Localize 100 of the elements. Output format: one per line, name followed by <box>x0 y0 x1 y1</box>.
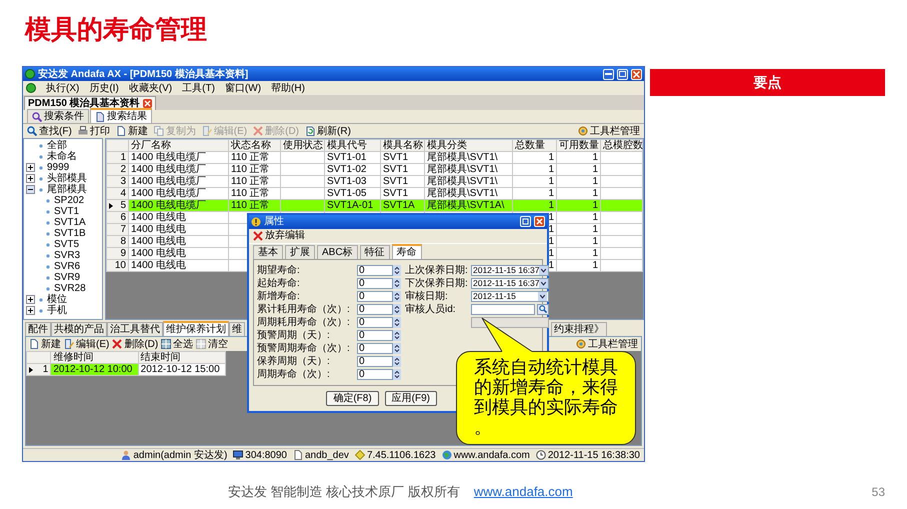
toolbar-button[interactable]: 清空 <box>196 338 228 350</box>
toolbar-settings-button[interactable]: 工具栏管理 <box>578 126 640 136</box>
number-field[interactable]: 0 <box>357 264 393 276</box>
column-header[interactable]: 使用状态 <box>280 140 324 152</box>
tree-item[interactable]: SVT1B <box>54 228 86 238</box>
tree-item[interactable]: SVT1 <box>54 206 80 216</box>
spin-buttons[interactable] <box>393 264 401 276</box>
node-icon <box>44 218 52 226</box>
field-label: 保养周期（天）: <box>257 356 331 366</box>
tab[interactable]: 基本 <box>253 244 283 258</box>
toolbar-button[interactable]: 新建 <box>29 338 61 350</box>
number-field[interactable]: 0 <box>357 304 393 314</box>
column-header[interactable]: 总模腔数 <box>600 140 642 152</box>
expand-toggle[interactable] <box>26 306 35 315</box>
menu-item[interactable]: 帮助(H) <box>271 82 305 94</box>
column-header[interactable]: 模具分类 <box>424 140 512 152</box>
column-header[interactable]: 总数量 <box>512 140 556 152</box>
tree-item[interactable]: SVT5 <box>54 240 80 250</box>
column-header[interactable]: 结束时间 <box>138 352 226 364</box>
expand-toggle[interactable] <box>26 174 35 183</box>
tree-item[interactable]: SVR6 <box>54 262 80 272</box>
menu-item[interactable]: 历史(I) <box>89 82 119 94</box>
tab[interactable]: 约束排程》 <box>551 322 607 336</box>
maximize-button[interactable] <box>520 216 531 227</box>
slide-title: 模具的寿命管理 <box>25 13 207 46</box>
date-field[interactable]: 2012-11-15 16:37 <box>471 278 549 288</box>
menu-item[interactable]: 工具(T) <box>182 82 215 94</box>
number-field[interactable]: 0 <box>357 356 393 366</box>
column-header[interactable]: 模具名称 <box>380 140 424 152</box>
close-button[interactable] <box>534 216 545 227</box>
tab[interactable]: 配件 <box>25 322 51 336</box>
menu-item[interactable]: 执行(X) <box>46 82 80 94</box>
spin-buttons[interactable] <box>393 368 401 380</box>
spin-buttons[interactable] <box>393 342 401 354</box>
spin-buttons[interactable] <box>393 290 401 302</box>
toolbar-settings-button[interactable]: 工具栏管理 <box>576 338 638 350</box>
tree-item[interactable]: SVR28 <box>54 284 86 294</box>
tree-item[interactable]: 手机 <box>47 306 67 316</box>
document-tab[interactable]: PDM150 模治具基本资料 <box>24 96 156 110</box>
tab[interactable]: ABC标 <box>317 244 358 258</box>
spin-buttons[interactable] <box>393 278 401 288</box>
lookup-button[interactable] <box>537 304 549 314</box>
tree-item[interactable]: SP202 <box>54 196 84 206</box>
column-header[interactable]: 分厂名称 <box>128 140 228 152</box>
toolbar-button[interactable]: 全选 <box>161 338 194 350</box>
toolbar-button[interactable]: 编辑(E) <box>64 338 110 350</box>
toolbar-button[interactable]: 删除(D) <box>112 338 158 350</box>
menu-item[interactable]: 窗口(W) <box>224 82 262 94</box>
spin-buttons[interactable] <box>393 316 401 328</box>
expand-toggle[interactable] <box>26 163 35 172</box>
number-field[interactable]: 0 <box>357 316 393 328</box>
toolbar-button[interactable]: 查找(F) <box>27 126 72 136</box>
toolbar-button[interactable]: 刷新(R) <box>305 126 351 136</box>
column-header[interactable]: 模具代号 <box>324 140 380 152</box>
maximize-icon <box>521 217 530 226</box>
footer-link[interactable]: www.andafa.com <box>474 482 573 502</box>
date-field[interactable]: 2012-11-15 16:37 <box>471 264 549 276</box>
text-field[interactable] <box>471 304 535 314</box>
tree-item[interactable]: 尾部模具 <box>47 184 87 194</box>
tab[interactable]: 共模的产品 <box>51 322 107 336</box>
tab[interactable]: 维护保养计划 <box>163 321 229 336</box>
tree-item[interactable]: 头部模具 <box>47 174 87 184</box>
toolbar-button[interactable]: 新建 <box>116 126 148 136</box>
expand-toggle[interactable] <box>26 185 35 194</box>
tab[interactable]: 特征 <box>360 244 390 258</box>
tree-item[interactable]: 未命名 <box>47 152 77 162</box>
menu-item[interactable]: 收藏夹(V) <box>128 82 172 94</box>
toolbar-button[interactable]: 放弃编辑 <box>253 230 305 241</box>
column-header[interactable]: 状态名称 <box>228 140 280 152</box>
tab[interactable]: 搜索结果 <box>90 108 152 123</box>
dialog-button[interactable]: 应用(F9) <box>384 390 437 406</box>
expand-toggle[interactable] <box>26 295 35 304</box>
spin-buttons[interactable] <box>393 304 401 314</box>
number-field[interactable]: 0 <box>357 368 393 380</box>
dialog-button[interactable]: 确定(F8) <box>326 390 379 406</box>
date-field[interactable]: 2012-11-15 <box>471 290 549 302</box>
restore-button[interactable] <box>617 68 628 80</box>
tree-item[interactable]: SVR9 <box>54 272 80 282</box>
column-header[interactable]: 维修时间 <box>50 352 138 364</box>
spin-buttons[interactable] <box>393 330 401 340</box>
tree-item[interactable]: 模位 <box>47 294 67 304</box>
number-field[interactable]: 0 <box>357 342 393 354</box>
tree-item[interactable]: SVR3 <box>54 250 80 260</box>
tab[interactable]: 扩展 <box>285 244 315 258</box>
tab[interactable]: 治工具替代 <box>107 322 163 336</box>
minimize-button[interactable] <box>603 68 614 80</box>
toolbar-button[interactable]: 打印 <box>78 126 110 136</box>
tab[interactable]: 寿命 <box>392 244 422 258</box>
close-button[interactable] <box>631 68 642 80</box>
number-field[interactable]: 0 <box>357 278 393 288</box>
tree-item[interactable]: 9999 <box>47 162 70 172</box>
tree-item[interactable]: 全部 <box>47 140 67 150</box>
tree-item[interactable]: SVT1A <box>54 218 86 228</box>
spin-buttons[interactable] <box>393 356 401 366</box>
column-header[interactable]: 可用数量 <box>556 140 600 152</box>
number-field[interactable]: 0 <box>357 330 393 340</box>
close-tab-button[interactable] <box>142 99 152 108</box>
number-field[interactable]: 0 <box>357 290 393 302</box>
tab[interactable]: 搜索条件 <box>27 109 89 123</box>
tab[interactable]: 维 <box>229 322 245 336</box>
